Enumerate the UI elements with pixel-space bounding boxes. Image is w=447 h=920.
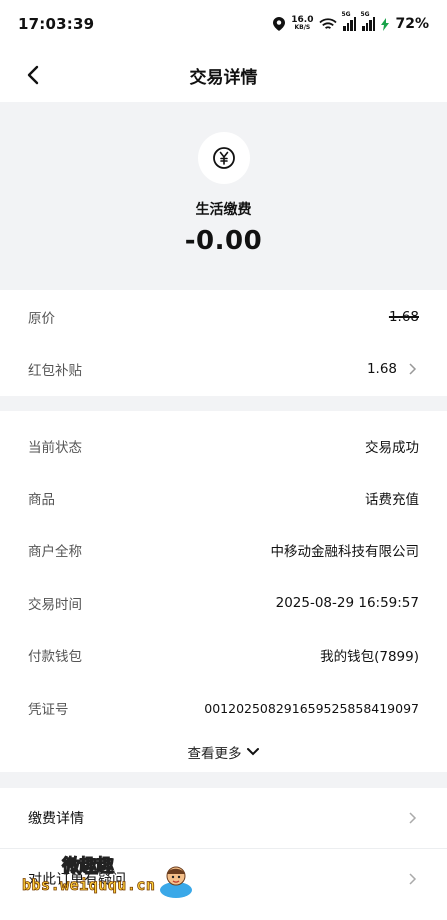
wallet-label: 付款钱包	[28, 649, 82, 665]
subsidy-label: 红包补贴	[28, 363, 82, 379]
status-icons: 16.0 KB/S 5G 5G 72%	[273, 11, 429, 32]
product-row: 商品 话费充值	[0, 481, 447, 515]
signal-label-2: 5G	[360, 11, 370, 18]
subsidy-row[interactable]: 红包补贴 1.68	[0, 352, 447, 386]
back-button[interactable]	[18, 60, 48, 90]
yuan-icon	[213, 147, 235, 169]
section-divider	[0, 396, 447, 411]
row-divider	[0, 848, 447, 849]
net-speed: 16.0 KB/S	[291, 16, 313, 32]
view-more-button[interactable]: 查看更多	[0, 738, 447, 766]
chevron-down-icon	[246, 748, 259, 756]
merchant-row: 商户全称 中移动金融科技有限公司	[0, 533, 447, 567]
question-label: 对此订单有疑问	[28, 872, 126, 888]
status-row: 当前状态 交易成功	[0, 429, 447, 463]
wifi-icon	[319, 17, 338, 29]
chevron-right-icon	[409, 812, 417, 824]
charging-icon	[381, 17, 390, 31]
section-divider-2	[0, 772, 447, 788]
payment-detail-label: 缴费详情	[28, 811, 84, 827]
question-link[interactable]: 对此订单有疑问	[0, 850, 447, 908]
voucher-label: 凭证号	[28, 702, 69, 718]
product-value: 话费充值	[365, 492, 419, 508]
merchant-icon	[198, 132, 250, 184]
status-label: 当前状态	[28, 440, 82, 456]
nav-header: 交易详情	[0, 48, 447, 102]
signal-icon-1: 5G	[341, 11, 357, 31]
time-value: 2025-08-29 16:59:57	[275, 595, 419, 611]
signal-icon-2: 5G	[360, 11, 376, 31]
net-speed-value: 16.0	[291, 15, 314, 25]
original-price-row: 原价 1.68	[0, 300, 447, 334]
view-more-label: 查看更多	[187, 746, 242, 762]
chevron-left-icon	[27, 65, 39, 85]
signal-label-1: 5G	[341, 11, 351, 18]
voucher-row: 凭证号 0012025082916595258584190​97	[0, 691, 447, 725]
merchant-value: 中移动金融科技有限公司	[270, 544, 420, 560]
chevron-right-icon	[409, 873, 417, 885]
time-label: 交易时间	[28, 597, 82, 613]
chevron-right-icon	[409, 363, 417, 375]
original-price-label: 原价	[28, 311, 55, 327]
page-title: 交易详情	[189, 67, 258, 88]
location-icon	[273, 17, 286, 31]
battery-level: 72%	[395, 16, 429, 32]
payment-detail-link[interactable]: 缴费详情	[0, 789, 447, 847]
wallet-row: 付款钱包 我的钱包(7899)	[0, 638, 447, 672]
original-price-value: 1.68	[388, 309, 419, 325]
transaction-amount: -0.00	[184, 226, 263, 256]
status-value: 交易成功	[365, 440, 419, 456]
voucher-value: 0012025082916595258584190​97	[204, 700, 419, 716]
net-speed-unit: KB/S	[294, 24, 311, 31]
transaction-summary: 生活缴费 -0.00	[0, 102, 447, 290]
time-row: 交易时间 2025-08-29 16:59:57	[0, 586, 447, 620]
subsidy-value: 1.68	[366, 361, 397, 377]
status-bar: 17:03:39 16.0 KB/S 5G 5G 72%	[0, 0, 447, 48]
merchant-label: 商户全称	[28, 544, 82, 560]
product-label: 商品	[28, 492, 55, 508]
category-name: 生活缴费	[195, 202, 252, 218]
subsidy-value-wrap: 1.68	[367, 361, 419, 377]
wallet-value: 我的钱包(7899)	[320, 649, 419, 665]
status-time: 17:03:39	[18, 15, 95, 33]
